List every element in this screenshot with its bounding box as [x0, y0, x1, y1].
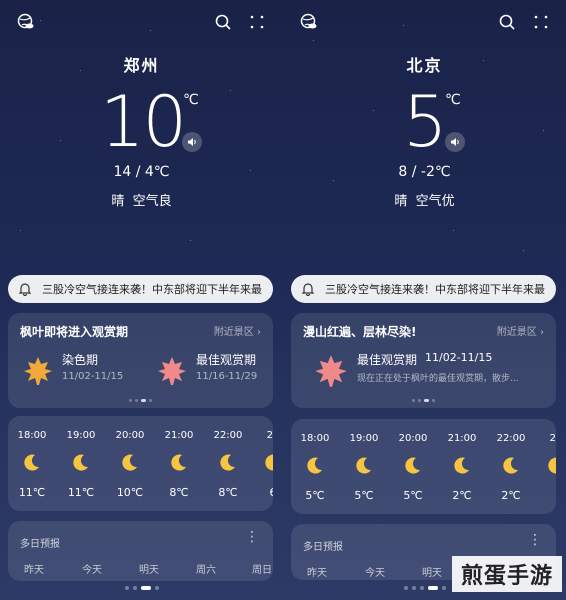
multi-day-forecast-card[interactable]: 多日预报 ⋮ 昨天 今天 明天 周六 周日 [8, 521, 273, 581]
alert-text: 三股冷空气接连来袭！中东部将迎下半年来最 [325, 283, 545, 296]
scenic-item-name: 最佳观赏期 [196, 353, 257, 367]
day-label: 今天 [365, 568, 385, 579]
forecast-title: 多日预报 [303, 542, 343, 553]
high-low-temperature: 14 / 4℃ [113, 164, 170, 180]
weather-summary[interactable]: 晴 空气优 [283, 190, 566, 209]
moon-icon [171, 454, 186, 471]
moon-icon [265, 454, 273, 471]
moon-icon [73, 454, 88, 471]
day-label: 今天 [82, 565, 102, 576]
scenic-item-date: 11/02-11/15 [425, 351, 493, 364]
day-label: 明天 [422, 568, 442, 579]
scenic-card-title: 漫山红遍、层林尽染! [303, 325, 417, 339]
forecast-title: 多日预报 [20, 539, 60, 550]
moon-icon [122, 454, 137, 471]
scenic-item[interactable]: 最佳观赏期 11/16-11/29 [156, 351, 271, 391]
scenic-item[interactable]: 染色期 11/02-11/15 [22, 351, 142, 391]
scenic-item-name: 染色期 [62, 353, 99, 367]
temperature-unit: ℃ [183, 92, 199, 108]
scenic-item-description: 现在正在处于枫叶的最佳观赏期，散步... [357, 374, 519, 384]
scenic-item[interactable]: 最佳观赏期 11/02-11/15 现在正在处于枫叶的最佳观赏期，散步... [313, 351, 553, 391]
day-label: 昨天 [24, 565, 44, 576]
air-quality: 空气优 [415, 194, 455, 209]
hourly-forecast-card[interactable]: 18:00 11℃ 19:00 11℃ 20:00 10℃ 21:00 8℃ 22:00… [8, 416, 273, 511]
city-name: 北京 [406, 56, 443, 75]
more-grid-icon[interactable] [531, 12, 551, 32]
moon-icon [503, 457, 518, 474]
nearby-scenic-link[interactable]: 附近景区 › [214, 323, 261, 338]
moon-icon [356, 457, 371, 474]
current-temperature: 5 [403, 81, 448, 163]
weather-summary[interactable]: 晴 空气良 [0, 190, 283, 209]
bell-icon [18, 282, 34, 296]
high-low-temperature: 8 / -2℃ [398, 164, 451, 180]
weather-alert-banner[interactable]: 三股冷空气接连来袭！中东部将迎下半年来最 [291, 275, 556, 303]
moon-icon [405, 457, 420, 474]
watermark-logo: 煎蛋手游 [452, 556, 562, 592]
maple-leaf-icon [158, 357, 186, 385]
scenic-card[interactable]: 漫山红遍、层林尽染! 附近景区 › 最佳观赏期 11/02-11/15 现在正在… [291, 313, 556, 408]
search-icon[interactable] [497, 12, 517, 32]
day-label: 昨天 [307, 568, 327, 579]
day-label: 周六 [196, 565, 216, 576]
day-label: 明天 [139, 565, 159, 576]
temperature-unit: ℃ [445, 92, 461, 108]
alert-text: 三股冷空气接连来袭！中东部将迎下半年来最 [42, 283, 262, 296]
carousel-dots [8, 399, 273, 402]
scenic-item-date: 11/16-11/29 [196, 371, 258, 382]
more-grid-icon[interactable] [247, 12, 267, 32]
carousel-dots [291, 399, 556, 402]
weather-page-zhengzhou: 郑州 10 ℃ 14 / 4℃ 晴 空气良 三股冷空气接连来袭！中东部将迎下半年… [0, 0, 283, 600]
scenic-item-name: 最佳观赏期 [357, 353, 418, 367]
globe-cloud-icon[interactable] [299, 12, 319, 32]
speaker-icon[interactable] [445, 132, 465, 152]
more-icon[interactable]: ⋮ [528, 532, 542, 548]
more-icon[interactable]: ⋮ [245, 529, 259, 545]
day-label: 周日 [252, 565, 272, 576]
maple-leaf-icon [24, 357, 52, 385]
speaker-icon[interactable] [182, 132, 202, 152]
city-name: 郑州 [123, 56, 160, 75]
moon-icon [548, 457, 556, 474]
globe-cloud-icon[interactable] [16, 12, 36, 32]
search-icon[interactable] [213, 12, 233, 32]
scenic-item-date: 11/02-11/15 [62, 371, 124, 382]
moon-icon [307, 457, 322, 474]
scenic-card-title: 枫叶即将进入观赏期 [20, 325, 129, 339]
air-quality: 空气良 [132, 194, 172, 209]
bell-icon [301, 282, 317, 296]
current-temperature: 10 [100, 81, 187, 163]
hourly-forecast-card[interactable]: 18:00 5℃ 19:00 5℃ 20:00 5℃ 21:00 2℃ 22:00 2℃ … [291, 419, 556, 514]
moon-icon [220, 454, 235, 471]
weather-condition: 晴 [394, 194, 408, 209]
weather-condition: 晴 [111, 194, 125, 209]
moon-icon [454, 457, 469, 474]
moon-icon [24, 454, 39, 471]
nearby-scenic-link[interactable]: 附近景区 › [497, 323, 544, 338]
city-pager [0, 586, 283, 590]
scenic-card[interactable]: 枫叶即将进入观赏期 附近景区 › 染色期 11/02-11/15 最佳观赏期 1… [8, 313, 273, 408]
weather-page-beijing: 北京 5 ℃ 8 / -2℃ 晴 空气优 三股冷空气接连来袭！中东部将迎下半年来… [283, 0, 566, 600]
maple-leaf-icon [315, 355, 347, 387]
weather-alert-banner[interactable]: 三股冷空气接连来袭！中东部将迎下半年来最 [8, 275, 273, 303]
